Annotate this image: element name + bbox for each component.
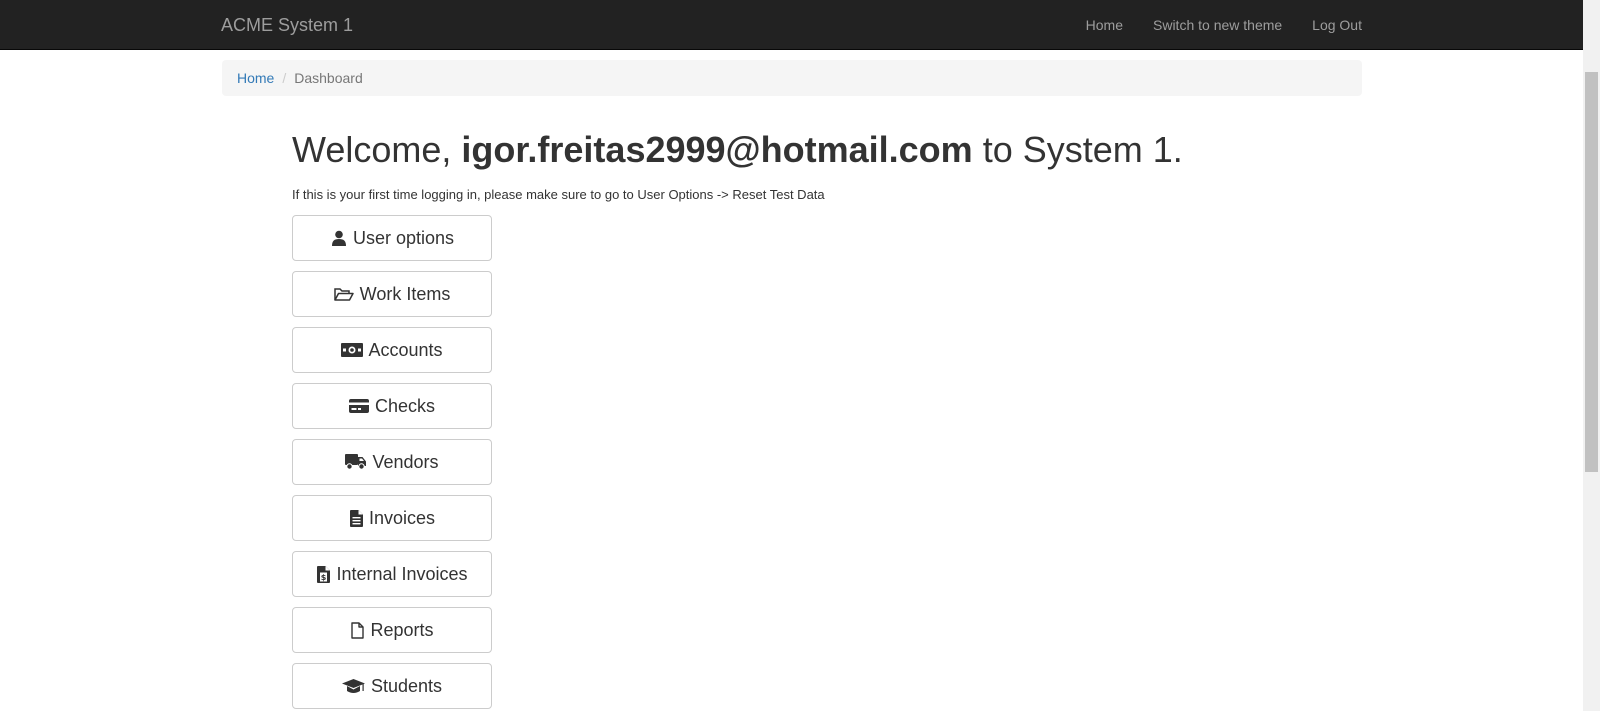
welcome-prefix: Welcome, bbox=[292, 129, 452, 170]
file-dollar-icon: $ bbox=[316, 565, 331, 583]
welcome-suffix: to System 1. bbox=[982, 129, 1183, 170]
file-icon bbox=[350, 621, 365, 639]
top-navbar: ACME System 1 Home Switch to new theme L… bbox=[0, 0, 1583, 50]
reports-button[interactable]: Reports bbox=[292, 607, 492, 653]
checks-button[interactable]: Checks bbox=[292, 383, 492, 429]
work-items-label: Work Items bbox=[359, 283, 451, 304]
user-options-label: User options bbox=[352, 227, 455, 248]
welcome-heading: Welcome, igor.freitas2999@hotmail.com to… bbox=[292, 130, 1183, 170]
breadcrumb-current: Dashboard bbox=[294, 70, 363, 86]
work-items-button[interactable]: Work Items bbox=[292, 271, 492, 317]
nav-switch-theme-link[interactable]: Switch to new theme bbox=[1138, 0, 1297, 50]
svg-text:$: $ bbox=[321, 573, 327, 582]
nav-logout-link[interactable]: Log Out bbox=[1297, 0, 1362, 50]
nav-home-link[interactable]: Home bbox=[1071, 0, 1138, 50]
students-label: Students bbox=[370, 675, 443, 696]
page-scrollbar[interactable] bbox=[1583, 0, 1600, 711]
money-icon bbox=[341, 341, 364, 359]
accounts-button[interactable]: Accounts bbox=[292, 327, 492, 373]
file-text-icon bbox=[349, 509, 364, 527]
breadcrumb-separator: / bbox=[282, 70, 287, 86]
breadcrumb-home-link[interactable]: Home bbox=[237, 70, 274, 86]
scrollbar-thumb[interactable] bbox=[1585, 72, 1598, 472]
credit-card-icon bbox=[349, 397, 370, 415]
vendors-label: Vendors bbox=[372, 451, 439, 472]
dashboard-menu: User options Work Items Accounts Checks … bbox=[292, 215, 492, 719]
user-icon bbox=[330, 229, 348, 247]
folder-open-icon bbox=[334, 285, 355, 303]
reports-label: Reports bbox=[370, 619, 434, 640]
breadcrumb: Home / Dashboard bbox=[222, 60, 1362, 96]
students-button[interactable]: Students bbox=[292, 663, 492, 709]
invoices-button[interactable]: Invoices bbox=[292, 495, 492, 541]
vendors-button[interactable]: Vendors bbox=[292, 439, 492, 485]
first-login-note: If this is your first time logging in, p… bbox=[292, 187, 825, 202]
truck-icon bbox=[345, 453, 367, 471]
internal-invoices-button[interactable]: $ Internal Invoices bbox=[292, 551, 492, 597]
nav-links: Home Switch to new theme Log Out bbox=[1071, 0, 1362, 50]
internal-invoices-label: Internal Invoices bbox=[336, 563, 468, 584]
welcome-user: igor.freitas2999@hotmail.com bbox=[461, 129, 973, 170]
checks-label: Checks bbox=[374, 395, 436, 416]
invoices-label: Invoices bbox=[368, 507, 436, 528]
brand-link[interactable]: ACME System 1 bbox=[221, 0, 353, 50]
accounts-label: Accounts bbox=[368, 339, 443, 360]
user-options-button[interactable]: User options bbox=[292, 215, 492, 261]
graduation-cap-icon bbox=[342, 677, 366, 695]
